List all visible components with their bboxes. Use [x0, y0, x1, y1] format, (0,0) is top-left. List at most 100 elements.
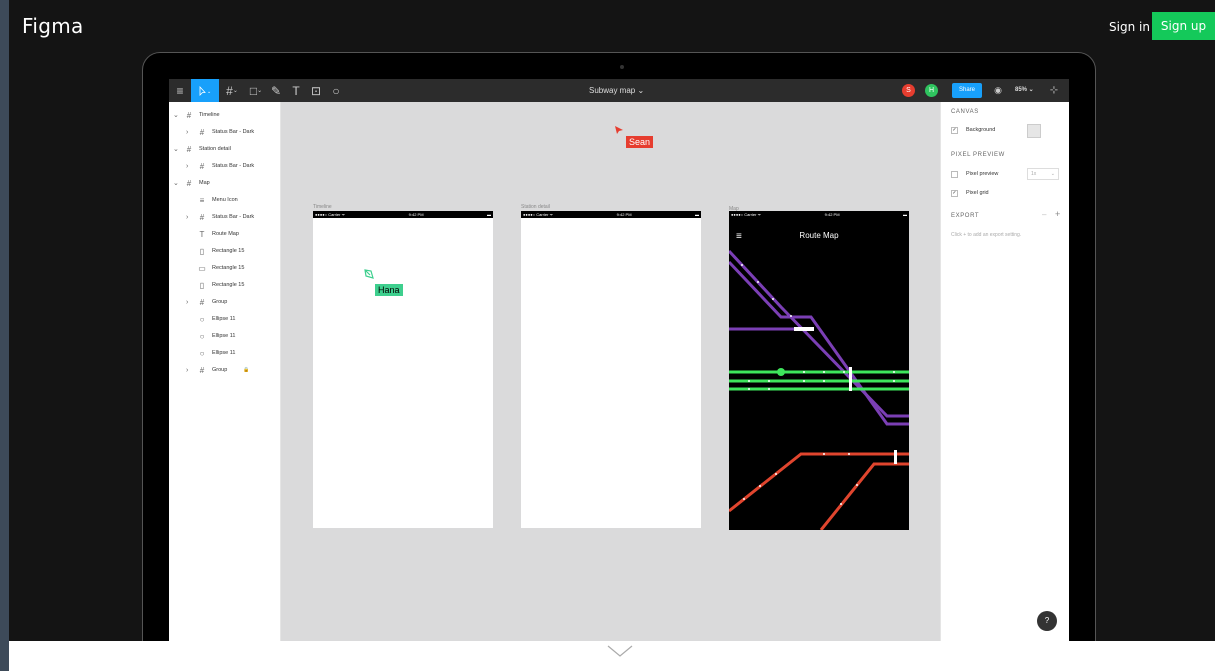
frame-map[interactable]: ●●●●○ Carrier ᯤ 9:42 PM ▬ ≡ Route Map — [729, 211, 909, 530]
share-button[interactable]: Share — [952, 83, 982, 98]
disclosure-arrow-icon[interactable]: ⌄ — [173, 145, 183, 153]
pen-tool-icon[interactable]: ✎ — [267, 79, 285, 102]
background-label: Background — [966, 127, 996, 133]
layer-type-icon: # — [199, 127, 205, 137]
sean-cursor-icon — [614, 122, 624, 140]
frame-tool-icon[interactable]: # ⌄ — [221, 79, 243, 102]
layer-row[interactable]: › # Status Bar - Dark — [186, 125, 276, 139]
layer-type-icon: ○ — [199, 314, 205, 324]
status-bar: ●●●●○ Carrier ᯤ 9:42 PM ▬ — [521, 211, 701, 218]
layer-label: Ellipse 11 — [212, 350, 236, 356]
sign-up-button[interactable]: Sign up — [1152, 12, 1215, 40]
chevron-down-icon: ⌄ — [1050, 171, 1055, 177]
layer-type-icon: ○ — [199, 331, 205, 341]
layer-row[interactable]: ▯ Rectangle 15 — [186, 244, 276, 258]
layer-label: Group — [212, 299, 228, 305]
add-export-icon[interactable]: + — [1055, 209, 1060, 219]
lock-icon[interactable]: 🔒 — [243, 367, 249, 373]
layer-row[interactable]: ⌄ # Timeline — [173, 108, 277, 122]
layer-type-icon: # — [199, 161, 205, 171]
hana-cursor-label: Hana — [375, 284, 403, 296]
layer-label: Menu Icon — [212, 197, 238, 203]
text-tool-icon[interactable]: T — [287, 79, 305, 102]
layer-type-icon: # — [199, 365, 205, 375]
pixel-preview-checkbox[interactable] — [951, 171, 958, 178]
layer-row[interactable]: ⌄ # Map — [173, 176, 277, 190]
disclosure-arrow-icon[interactable]: › — [186, 129, 196, 136]
frame-settings-icon[interactable]: ⊹ — [1045, 79, 1063, 102]
layer-row[interactable]: › # Status Bar - Dark — [186, 159, 276, 173]
svg-text:⌄: ⌄ — [207, 89, 211, 95]
layer-label: Rectangle 15 — [212, 265, 245, 271]
shape-tool-icon[interactable]: □ ⌄ — [245, 79, 267, 102]
comment-tool-icon[interactable]: ○ — [327, 79, 345, 102]
zoom-level[interactable]: 85% ⌄ — [1015, 79, 1034, 102]
disclosure-arrow-icon[interactable]: › — [186, 299, 196, 306]
scroll-down-chevron-icon[interactable] — [605, 641, 635, 661]
pixel-preview-section-title: PIXEL PREVIEW — [951, 152, 1005, 158]
layer-row[interactable]: › # Group 🔒 — [186, 363, 276, 377]
layer-label: Status Bar - Dark — [212, 129, 255, 135]
layer-row[interactable]: ○ Ellipse 11 — [186, 312, 276, 326]
image-tool-icon[interactable]: ⊡ — [307, 79, 325, 102]
frame-timeline[interactable]: ●●●●○ Carrier ᯤ 9:42 PM ▬ — [313, 211, 493, 528]
layer-row[interactable]: T Route Map — [186, 227, 276, 241]
pixel-grid-checkbox[interactable]: ✓ — [951, 190, 958, 197]
menu-icon[interactable]: ≡ — [169, 79, 191, 102]
sign-in-link[interactable]: Sign in — [1109, 20, 1150, 34]
preview-eye-icon[interactable]: ◉ — [990, 79, 1006, 102]
layer-label: Rectangle 15 — [212, 248, 245, 254]
canvas-section-title: CANVAS — [951, 109, 979, 115]
layer-row[interactable]: ▭ Rectangle 15 — [186, 261, 276, 275]
battery-icon: ▬ — [695, 212, 699, 217]
subway-lines-graphic — [729, 249, 909, 530]
figma-editor: ≡ ⌄ # ⌄ □ ⌄ ✎ T ⊡ ○ Subway map ⌄ S H Share… — [169, 79, 1069, 641]
laptop-frame: ≡ ⌄ # ⌄ □ ⌄ ✎ T ⊡ ○ Subway map ⌄ S H Share… — [142, 52, 1096, 652]
carrier-text: ●●●●○ Carrier ᯤ — [523, 211, 554, 217]
disclosure-arrow-icon[interactable]: ⌄ — [173, 111, 183, 119]
export-hint: Click + to add an export setting. — [951, 232, 1022, 238]
disclosure-arrow-icon[interactable]: › — [186, 163, 196, 170]
layer-label: Rectangle 15 — [212, 282, 245, 288]
avatar-sean[interactable]: S — [902, 84, 915, 97]
figma-logo[interactable]: Figma — [22, 14, 84, 38]
layer-type-icon: ○ — [199, 348, 205, 358]
battery-icon: ▬ — [487, 212, 491, 217]
status-bar: ●●●●○ Carrier ᯤ 9:42 PM ▬ — [313, 211, 493, 218]
pixel-grid-label: Pixel grid — [966, 190, 989, 196]
background-color-swatch[interactable] — [1027, 124, 1041, 138]
layer-type-icon: # — [186, 110, 192, 120]
layer-label: Group — [212, 367, 228, 373]
layer-row[interactable]: › # Status Bar - Dark — [186, 210, 276, 224]
layer-label: Ellipse 11 — [212, 333, 236, 339]
layer-label: Ellipse 11 — [212, 316, 236, 322]
move-tool-icon[interactable]: ⌄ — [191, 79, 219, 102]
disclosure-arrow-icon[interactable]: ⌄ — [173, 179, 183, 187]
layer-label: Status Bar - Dark — [212, 214, 255, 220]
layer-row[interactable]: ○ Ellipse 11 — [186, 346, 276, 360]
layer-row[interactable]: › # Group — [186, 295, 276, 309]
figma-landing-page: Figma Sign in Sign up ≡ ⌄ # ⌄ □ ⌄ ✎ T ⊡ ○ … — [9, 0, 1215, 671]
layer-row[interactable]: ≡ Menu Icon — [186, 193, 276, 207]
pixel-preview-scale-value: 1x — [1031, 171, 1037, 177]
layer-row[interactable]: ▯ Rectangle 15 — [186, 278, 276, 292]
document-title[interactable]: Subway map ⌄ — [589, 79, 644, 102]
background-checkbox[interactable]: ✓ — [951, 127, 958, 134]
clock-text: 9:42 PM — [616, 212, 632, 217]
frame-station-detail[interactable]: ●●●●○ Carrier ᯤ 9:42 PM ▬ — [521, 211, 701, 528]
layer-label: Timeline — [199, 112, 220, 118]
layer-label: Route Map — [212, 231, 239, 237]
layer-type-icon: ▭ — [198, 263, 206, 273]
layer-row[interactable]: ○ Ellipse 11 — [186, 329, 276, 343]
layer-type-icon: ≡ — [199, 195, 205, 205]
help-button[interactable]: ? — [1037, 611, 1057, 631]
collapse-icon[interactable]: – — [1042, 210, 1046, 219]
disclosure-arrow-icon[interactable]: › — [186, 214, 196, 221]
layer-type-icon: # — [199, 297, 205, 307]
pixel-preview-scale-select[interactable]: 1x ⌄ — [1027, 168, 1059, 180]
layer-row[interactable]: ⌄ # Station detail — [173, 142, 277, 156]
avatar-hana[interactable]: H — [925, 84, 938, 97]
layer-type-icon: # — [199, 212, 205, 222]
carrier-text: ●●●●○ Carrier ᯤ — [315, 211, 346, 217]
disclosure-arrow-icon[interactable]: › — [186, 367, 196, 374]
